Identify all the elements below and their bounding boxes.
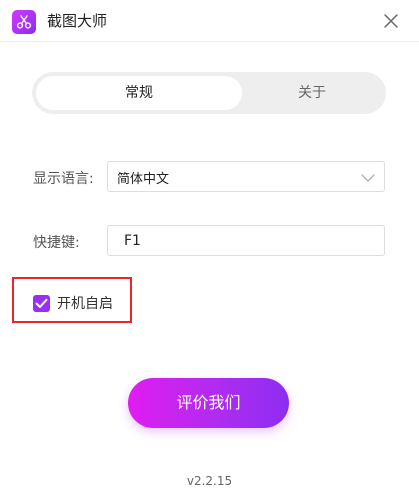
language-label: 显示语言: (33, 171, 94, 187)
language-select-value: 简体中文 (117, 172, 170, 187)
close-icon[interactable] (382, 12, 400, 30)
rate-us-button[interactable]: 评价我们 (128, 378, 289, 428)
version-text: v2.2.15 (186, 474, 233, 488)
window-title: 截图大师 (47, 12, 108, 30)
checkmark-icon (35, 298, 48, 308)
scissors-icon (12, 10, 36, 34)
tab-general[interactable]: 常规 (36, 76, 242, 110)
settings-tabs: 常规 关于 (32, 72, 386, 114)
chevron-down-icon (360, 170, 376, 184)
autostart-checkbox[interactable] (33, 295, 50, 312)
tab-about[interactable]: 关于 (242, 76, 382, 110)
language-select[interactable]: 简体中文 (107, 161, 385, 192)
hotkey-input[interactable] (107, 225, 385, 256)
title-bar: 截图大师 (0, 0, 419, 42)
autostart-label[interactable]: 开机自启 (57, 295, 113, 313)
hotkey-label: 快捷键: (33, 235, 80, 251)
